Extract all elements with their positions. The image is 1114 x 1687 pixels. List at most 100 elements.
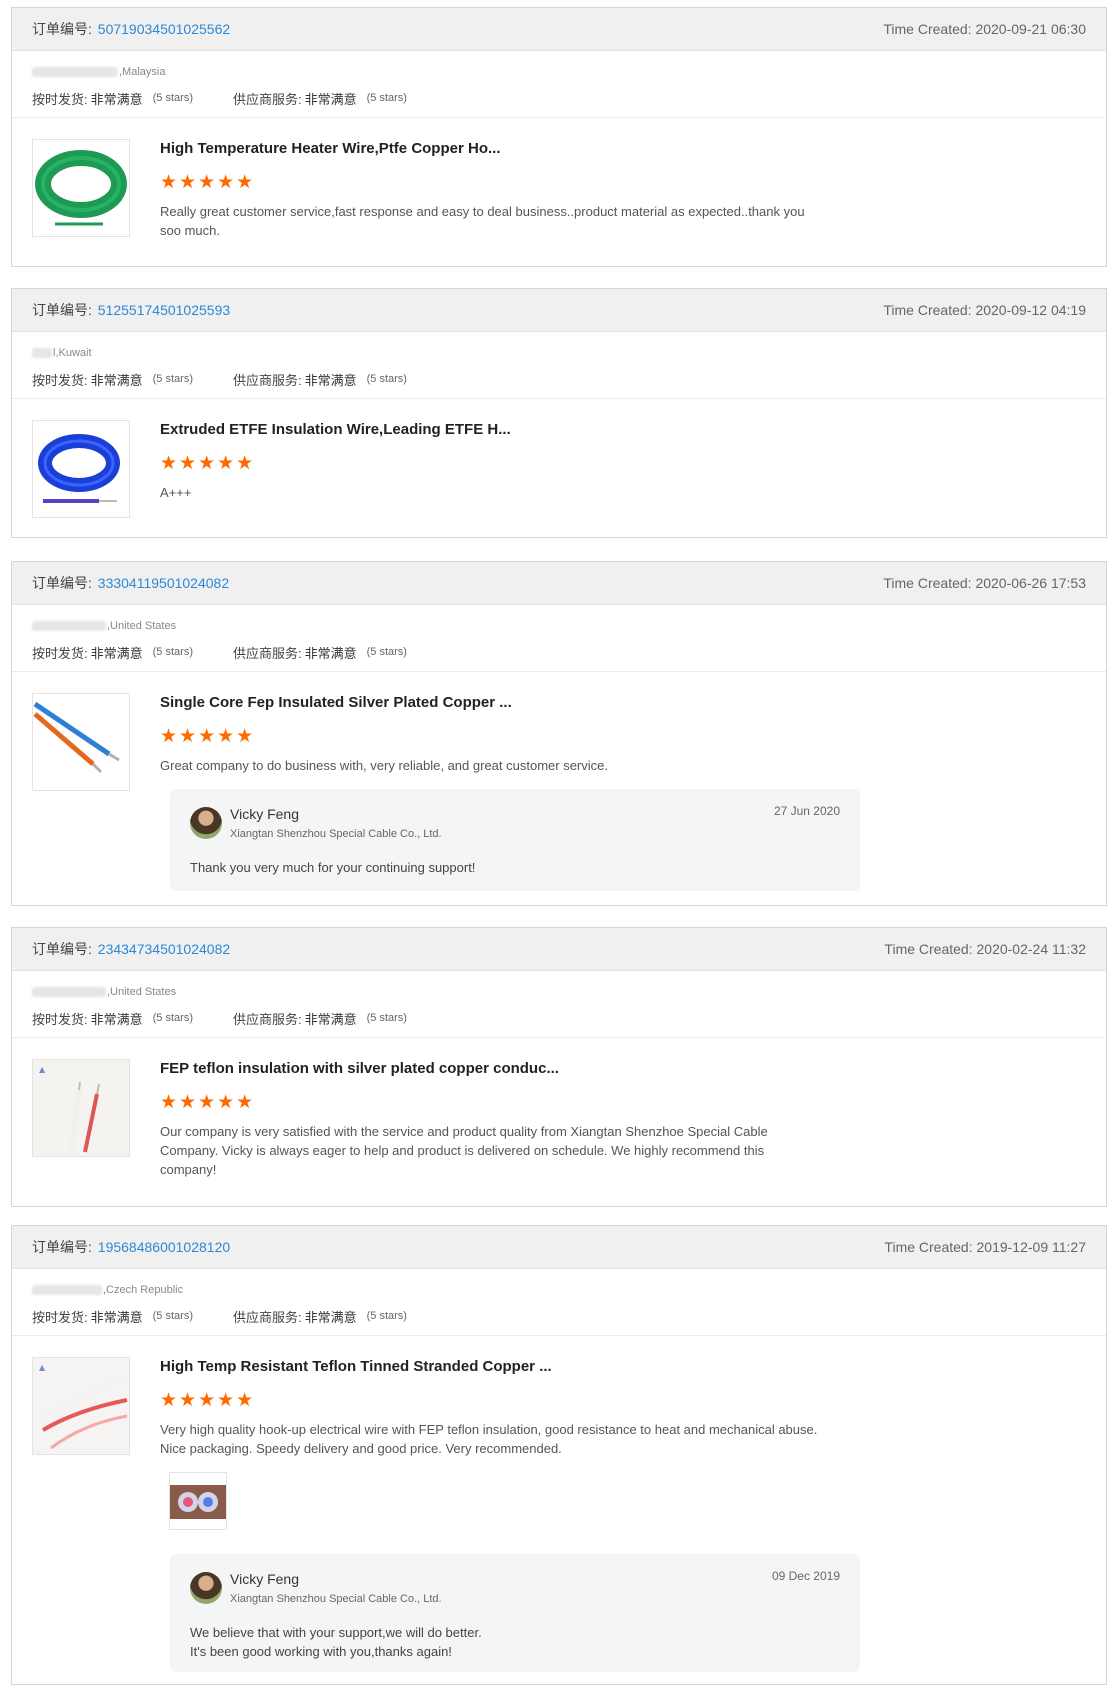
rating-summary: 按时发货: 非常满意 (5 stars) 供应商服务: 非常满意 (5 star… [32,1003,1086,1033]
on-time-value: 非常满意 [90,1309,143,1325]
reply-company: Xiangtan Shenzhou Special Cable Co., Ltd… [230,1593,442,1605]
on-time-label: 按时发货: [32,645,88,661]
service-stars: (5 stars) [366,92,407,104]
service-value: 非常满意 [304,645,357,661]
avatar [190,1572,222,1604]
redacted-buyer-name [32,987,106,997]
rating-summary: 按时发货: 非常满意 (5 stars) 供应商服务: 非常满意 (5 star… [32,637,1086,667]
service-label: 供应商服务: [232,91,302,107]
product-thumbnail[interactable] [32,139,130,237]
product-title-link[interactable]: High Temperature Heater Wire,Ptfe Copper… [160,140,500,157]
time-created: Time Created: 2020-09-21 06:30 [883,21,1086,37]
on-time-stars: (5 stars) [152,1310,193,1322]
reply-date: 27 Jun 2020 [773,804,840,818]
blue-wire-coil-icon [38,434,120,503]
time-created: Time Created: 2020-06-26 17:53 [883,575,1086,591]
on-time-stars: (5 stars) [152,1012,193,1024]
review-card: 订单编号: 51255174501025593 Time Created: 20… [11,288,1107,538]
reply-date: 09 Dec 2019 [771,1569,840,1583]
on-time-stars: (5 stars) [152,373,193,385]
time-created-value: 2020-06-26 17:53 [975,575,1086,591]
on-time-value: 非常满意 [90,91,143,107]
star-rating: ★★★★★ [160,453,256,474]
service-value: 非常满意 [304,1309,357,1325]
review-text: A+++ [160,485,192,500]
star-rating: ★★★★★ [160,1390,256,1411]
reply-text: We believe that with your support,we wil… [190,1625,482,1659]
service-stars: (5 stars) [366,1310,407,1322]
product-title-link[interactable]: Extruded ETFE Insulation Wire,Leading ET… [160,421,511,438]
rating-summary: 按时发货: 非常满意 (5 stars) 供应商服务: 非常满意 (5 star… [32,1301,1086,1331]
blue-orange-wires-icon [33,701,120,774]
order-number-link[interactable]: 51255174501025593 [98,302,230,318]
order-header: 订单编号: 33304119501024082 Time Created: 20… [12,562,1106,605]
white-red-wires-icon: ▲ [37,1363,128,1450]
service-label: 供应商服务: [232,645,302,661]
product-thumbnail[interactable] [32,420,130,518]
on-time-label: 按时发货: [32,1309,88,1325]
order-header: 订单编号: 23434734501024082 Time Created: 20… [12,928,1106,971]
time-created-value: 2019-12-09 11:27 [976,1239,1087,1255]
order-number-group: 订单编号: 50719034501025562 [32,19,230,39]
order-number-group: 订单编号: 33304119501024082 [32,573,229,593]
on-time-label: 按时发货: [32,372,88,388]
review-card: 订单编号: 23434734501024082 Time Created: 20… [11,927,1107,1207]
buyer-country: ,Malaysia [119,66,166,78]
review-text: Really great customer service,fast respo… [160,204,805,238]
order-label: 订单编号: [32,575,92,591]
reply-text: Thank you very much for your continuing … [190,860,476,875]
time-created-value: 2020-02-24 11:32 [976,941,1087,957]
order-label: 订单编号: [32,941,92,957]
review-card: 订单编号: 33304119501024082 Time Created: 20… [11,561,1107,906]
supplier-reply: Vicky Feng Xiangtan Shenzhou Special Cab… [170,1554,860,1672]
reply-author-name: Vicky Feng [230,1571,299,1587]
order-number-link[interactable]: 33304119501024082 [98,575,229,591]
buyer-location: ,United States [32,615,1086,637]
time-created-value: 2020-09-21 06:30 [975,21,1086,37]
time-created: Time Created: 2020-09-12 04:19 [883,302,1086,318]
svg-text:▲: ▲ [39,1363,46,1372]
service-label: 供应商服务: [232,372,302,388]
service-value: 非常满意 [304,1011,357,1027]
service-value: 非常满意 [304,91,357,107]
redacted-buyer-name [32,1285,102,1295]
svg-text:▲: ▲ [39,1065,46,1074]
product-thumbnail[interactable]: ▲ [32,1059,130,1157]
buyer-location: ,Czech Republic [32,1279,1086,1301]
product-thumbnail[interactable]: ▲ [32,1357,130,1455]
buyer-info: ,United States 按时发货: 非常满意 (5 stars) 供应商服… [12,605,1106,672]
order-label: 订单编号: [32,1239,92,1255]
order-number-group: 订单编号: 23434734501024082 [32,939,230,959]
review-card: 订单编号: 19568486001028120 Time Created: 20… [11,1225,1107,1685]
green-wire-coil-icon [35,150,127,226]
buyer-photo-thumbnail[interactable] [169,1472,227,1530]
buyer-info: l,Kuwait 按时发货: 非常满意 (5 stars) 供应商服务: 非常满… [12,332,1106,399]
on-time-value: 非常满意 [90,372,143,388]
time-created-value: 2020-09-12 04:19 [975,302,1086,318]
supplier-reply: Vicky Feng Xiangtan Shenzhou Special Cab… [170,789,860,891]
order-number-group: 订单编号: 19568486001028120 [32,1237,230,1257]
order-number-link[interactable]: 23434734501024082 [98,941,230,957]
product-thumbnail[interactable] [32,693,130,791]
buyer-info: ,United States 按时发货: 非常满意 (5 stars) 供应商服… [12,971,1106,1038]
time-created-label: Time Created: [883,575,972,591]
service-value: 非常满意 [304,372,357,388]
time-created-label: Time Created: [883,302,972,318]
order-header: 订单编号: 51255174501025593 Time Created: 20… [12,289,1106,332]
buyer-country: l,Kuwait [53,347,92,359]
product-title-link[interactable]: High Temp Resistant Teflon Tinned Strand… [160,1358,552,1375]
order-number-link[interactable]: 19568486001028120 [98,1239,230,1255]
product-title-link[interactable]: Single Core Fep Insulated Silver Plated … [160,694,512,711]
product-title-link[interactable]: FEP teflon insulation with silver plated… [160,1060,559,1077]
buyer-country: ,United States [107,620,177,632]
time-created-label: Time Created: [883,21,972,37]
time-created-label: Time Created: [884,1239,973,1255]
order-number-link[interactable]: 50719034501025562 [98,21,230,37]
white-red-wires-icon: ▲ [39,1065,100,1153]
review-text: Our company is very satisfied with the s… [160,1124,768,1177]
buyer-info: ,Malaysia 按时发货: 非常满意 (5 stars) 供应商服务: 非常… [12,51,1106,118]
rating-summary: 按时发货: 非常满意 (5 stars) 供应商服务: 非常满意 (5 star… [32,83,1086,113]
order-label: 订单编号: [32,21,92,37]
service-label: 供应商服务: [232,1011,302,1027]
order-header: 订单编号: 19568486001028120 Time Created: 20… [12,1226,1106,1269]
